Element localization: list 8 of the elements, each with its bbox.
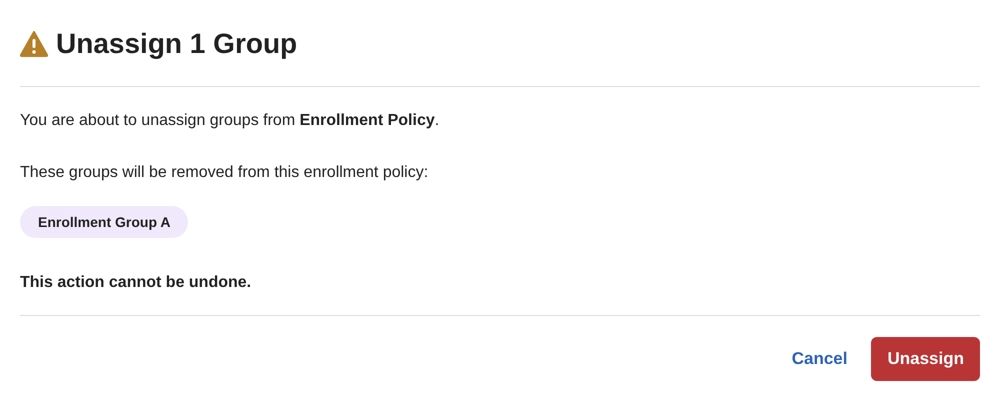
- warning-icon: [20, 31, 48, 57]
- unassign-button[interactable]: Unassign: [871, 337, 980, 381]
- group-tag: Enrollment Group A: [20, 206, 188, 238]
- dialog-title: Unassign 1 Group: [56, 27, 298, 61]
- message-text: You are about to unassign groups from Enrollment Policy.: [20, 111, 440, 131]
- cancel-button[interactable]: Cancel: [790, 337, 850, 381]
- warning-text: This action cannot be undone.: [20, 273, 252, 293]
- intro-text: These groups will be removed from this enrollment policy:: [20, 163, 430, 183]
